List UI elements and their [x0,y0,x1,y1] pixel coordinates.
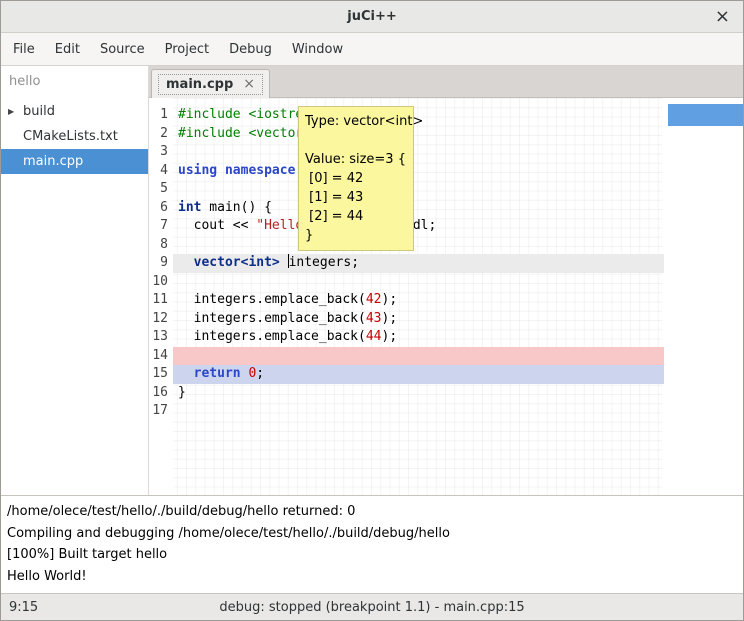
terminal-line: /home/olece/test/hello/./build/debug/hel… [7,501,737,523]
code-line-3: 3 [149,143,743,162]
line-number: 1 [149,106,173,125]
line-number: 3 [149,143,173,162]
code-line-1: 1#include <iostream> [149,106,743,125]
code-line-6: 6int main() { [149,199,743,218]
file-tree-sidebar: hello ▶ build CMakeLists.txt main.cpp [1,66,149,495]
close-icon[interactable]: × [715,8,730,26]
code-text: integers.emplace_back(43); [173,310,664,329]
titlebar: juCi++ × [1,1,743,33]
tab-close-icon[interactable]: × [243,77,255,91]
expander-icon[interactable]: ▶ [8,107,14,116]
line-number: 9 [149,254,173,273]
scrollbar-thumb[interactable] [668,104,743,126]
code-text: integers.emplace_back(44); [173,328,664,347]
debug-value-tooltip: Type: vector<int> Value: size=3 { [0] = … [298,106,414,251]
terminal-line: [100%] Built target hello [7,544,737,566]
tab-bar: main.cpp × [149,66,743,98]
code-line-9: 9 vector<int> integers; [149,254,743,273]
sidebar-item-cmakelists-txt[interactable]: CMakeLists.txt [1,124,148,149]
sidebar-item-main-cpp[interactable]: main.cpp [1,149,148,174]
tab-label: main.cpp [166,77,233,92]
line-number: 4 [149,162,173,181]
menu-source[interactable]: Source [90,34,155,65]
status-time: 9:15 [1,600,38,615]
code-line-14: 14 [149,347,743,366]
code-line-5: 5 [149,180,743,199]
tooltip-line: Type: vector<int> [305,112,407,131]
line-number: 11 [149,291,173,310]
code-line-11: 11 integers.emplace_back(42); [149,291,743,310]
code-line-13: 13 integers.emplace_back(44); [149,328,743,347]
terminal-line: Compiling and debugging /home/olece/test… [7,523,737,545]
code-text [173,143,664,162]
code-text [173,180,664,199]
status-bar: debug: stopped (breakpoint 1.1) - main.c… [1,593,743,620]
code-line-10: 10 [149,273,743,292]
line-number: 17 [149,402,173,421]
menu-debug[interactable]: Debug [219,34,282,65]
line-number: 14 [149,347,173,366]
code-line-8: 8 [149,236,743,255]
line-number: 13 [149,328,173,347]
editor-column: main.cpp × 1#include <iostream>2#include… [149,66,743,495]
sidebar-item-label: build [23,104,55,119]
menu-file[interactable]: File [3,34,45,65]
app-window: juCi++ × FileEditSourceProjectDebugWindo… [0,0,744,621]
code-text: cout << "Hello World!" << endl; [173,217,664,236]
tab-main-cpp[interactable]: main.cpp × [151,69,270,98]
menubar: FileEditSourceProjectDebugWindow [1,33,743,66]
tooltip-line: [2] = 44 [305,207,407,226]
window-title: juCi++ [347,9,397,24]
line-number: 10 [149,273,173,292]
menu-edit[interactable]: Edit [45,34,90,65]
terminal-line: Hello World! [7,566,737,588]
code-line-2: 2#include <vector> [149,125,743,144]
code-editor[interactable]: 1#include <iostream>2#include <vector>34… [149,98,743,495]
line-number: 7 [149,217,173,236]
code-text [173,273,664,292]
code-text: using namespace std; [173,162,664,181]
menu-window[interactable]: Window [282,34,353,65]
code-text [173,236,664,255]
code-lines: 1#include <iostream>2#include <vector>34… [149,106,743,421]
tooltip-line: [1] = 43 [305,188,407,207]
code-text: return 0; [173,365,664,384]
code-line-12: 12 integers.emplace_back(43); [149,310,743,329]
menu-project[interactable]: Project [155,34,219,65]
tab-content: main.cpp × [158,74,263,95]
tooltip-line: } [305,226,407,245]
code-line-16: 16} [149,384,743,403]
line-number: 2 [149,125,173,144]
status-debug-text: debug: stopped (breakpoint 1.1) - main.c… [1,600,743,615]
sidebar-item-label: main.cpp [23,154,83,169]
output-terminal[interactable]: /home/olece/test/hello/./build/debug/hel… [1,495,743,593]
line-number: 16 [149,384,173,403]
code-line-17: 17 [149,402,743,421]
code-text: int main() { [173,199,664,218]
line-number: 5 [149,180,173,199]
project-name: hello [1,66,148,99]
sidebar-item-label: CMakeLists.txt [23,129,118,144]
line-number: 12 [149,310,173,329]
code-line-15: 15 return 0; [149,365,743,384]
code-text: integers.emplace_back(42); [173,291,664,310]
line-number: 6 [149,199,173,218]
code-line-7: 7 cout << "Hello World!" << endl; [149,217,743,236]
code-text [173,347,664,366]
line-number: 15 [149,365,173,384]
line-number: 8 [149,236,173,255]
main-area: hello ▶ build CMakeLists.txt main.cpp main.… [1,66,743,495]
file-tree: ▶ build CMakeLists.txt main.cpp [1,99,148,174]
code-text [173,402,664,421]
code-text: vector<int> integers; [173,254,664,273]
sidebar-item-build[interactable]: ▶ build [1,99,148,124]
tooltip-line: [0] = 42 [305,169,407,188]
tooltip-line [305,131,407,150]
code-text: } [173,384,664,403]
code-line-4: 4using namespace std; [149,162,743,181]
tooltip-line: Value: size=3 { [305,150,407,169]
